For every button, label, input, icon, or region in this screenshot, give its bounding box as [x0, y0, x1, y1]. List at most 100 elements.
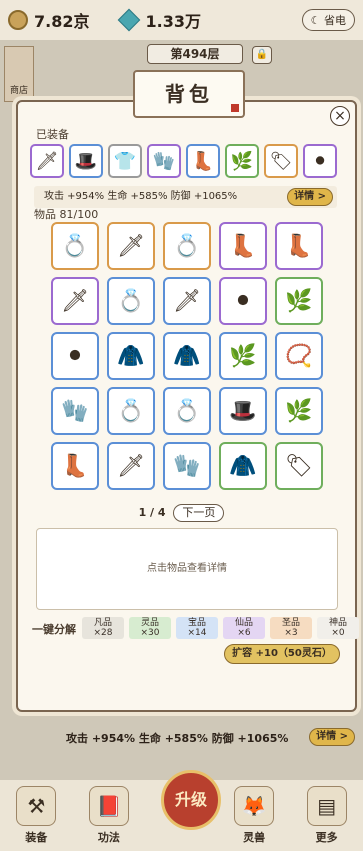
decompose-count: ×14 — [187, 628, 207, 638]
item-slot[interactable]: 🌿 — [275, 387, 323, 435]
equipment-icon: 🏷 — [269, 150, 293, 172]
item-slot[interactable]: 🌿 — [275, 277, 323, 325]
item-slot[interactable]: 🏷 — [275, 442, 323, 490]
floor-label: 第494层 — [147, 44, 243, 64]
item-slot[interactable]: 🗡 — [163, 277, 211, 325]
nav-item[interactable]: 🦊 灵兽 — [224, 786, 284, 845]
lock-icon[interactable]: 🔒 — [252, 46, 272, 64]
item-icon: 🧥 — [117, 343, 145, 369]
equipped-label: 已装备 — [36, 128, 69, 141]
equipped-slot[interactable]: 🗡 — [30, 144, 64, 178]
decompose-button[interactable]: 神品 ×0 — [317, 617, 359, 639]
item-icon: 🧥 — [173, 343, 201, 369]
equipped-slot[interactable]: 👢 — [186, 144, 220, 178]
spirit-value: 1.33万 — [145, 12, 201, 31]
item-slot[interactable]: 📿 — [275, 332, 323, 380]
item-slot[interactable]: 👢 — [51, 442, 99, 490]
item-icon: ⚫ — [65, 343, 85, 369]
nav-label: 更多 — [315, 831, 338, 844]
decompose-button[interactable]: 仙品 ×6 — [223, 617, 265, 639]
equipped-slot[interactable]: 🎩 — [69, 144, 103, 178]
item-slot[interactable]: 🎩 — [219, 387, 267, 435]
decompose-buttons: 凡品 ×28 灵品 ×30 宝品 ×14 仙品 ×6 圣品 ×3 神品 ×0 — [82, 617, 359, 639]
item-slot[interactable]: 🧤 — [51, 387, 99, 435]
item-slot[interactable]: ⚫ — [219, 277, 267, 325]
equipped-slot[interactable]: 👕 — [108, 144, 142, 178]
stats-detail-button[interactable]: 详情 > — [287, 188, 333, 206]
decompose-count: ×3 — [284, 628, 298, 638]
decompose-count: ×30 — [140, 628, 160, 638]
shop-button[interactable]: 商店 — [4, 46, 34, 102]
item-slot[interactable]: 💍 — [163, 387, 211, 435]
nav-item[interactable]: ⚒ 装备 — [6, 786, 66, 845]
item-info-box: 点击物品查看详情 — [36, 528, 338, 610]
decompose-count: ×28 — [93, 628, 113, 638]
item-icon: 💍 — [117, 398, 145, 424]
top-bar: 7.82京 1.33万 ☾ 省电 — [0, 0, 363, 40]
item-slot[interactable]: 🧥 — [107, 332, 155, 380]
item-slot[interactable]: 👢 — [275, 222, 323, 270]
item-slot[interactable]: 💍 — [163, 222, 211, 270]
decompose-count: ×0 — [331, 628, 345, 638]
item-slot[interactable]: 🗡 — [107, 442, 155, 490]
close-button[interactable]: × — [330, 106, 350, 126]
page-indicator: 1 / 4 — [138, 506, 166, 519]
nav-icon: 🦊 — [234, 786, 275, 826]
nav-item[interactable]: 📕 功法 — [79, 786, 139, 845]
item-slot[interactable]: 🧤 — [163, 442, 211, 490]
item-icon: 👢 — [229, 233, 257, 259]
equipped-slot[interactable]: 🏷 — [264, 144, 298, 178]
item-slot[interactable]: 🌿 — [219, 332, 267, 380]
item-slot[interactable]: 🗡 — [51, 277, 99, 325]
decompose-grade: 宝品 — [187, 618, 206, 628]
decompose-grade: 灵品 — [140, 618, 159, 628]
item-slot[interactable]: 💍 — [107, 387, 155, 435]
item-slot[interactable]: 🧥 — [163, 332, 211, 380]
item-slot[interactable]: 👢 — [219, 222, 267, 270]
item-slot[interactable]: 💍 — [107, 277, 155, 325]
equipment-icon: 👢 — [191, 150, 215, 172]
upgrade-button[interactable]: 升级 — [161, 770, 221, 830]
nav-item[interactable]: ▤ 更多 — [297, 786, 357, 845]
background-stats: 攻击 +954% 生命 +585% 防御 +1065% — [66, 732, 289, 745]
item-grid: 💍 🗡 💍 👢 👢 🗡 💍 🗡 ⚫ 🌿 ⚫ 🧥 🧥 🌿 📿 🧤 💍 💍 🎩 🌿 👢 🗡 🧤 🧥 🏷 — [51, 222, 323, 490]
equipped-slot[interactable]: 🌿 — [225, 144, 259, 178]
item-icon: 🧤 — [173, 453, 201, 479]
decompose-button[interactable]: 宝品 ×14 — [176, 617, 218, 639]
item-icon: 💍 — [61, 233, 89, 259]
item-icon: 🎩 — [229, 398, 257, 424]
power-save-label: 省电 — [324, 14, 346, 27]
expand-button[interactable]: 扩容 +10（50灵石） — [224, 644, 340, 664]
gold-display: 7.82京 — [8, 8, 89, 32]
equipped-slot[interactable]: ⚫ — [303, 144, 337, 178]
item-slot[interactable]: 💍 — [51, 222, 99, 270]
stats-text: 攻击 +954% 生命 +585% 防御 +1065% — [44, 191, 238, 202]
equipment-icon: 🎩 — [74, 150, 98, 172]
next-page-button[interactable]: 下一页 — [173, 504, 225, 522]
item-icon: 🏷 — [285, 453, 313, 479]
background-detail-button[interactable]: 详情 > — [309, 728, 355, 746]
decompose-grade: 凡品 — [93, 618, 112, 628]
dialog-title: 背包 — [133, 70, 245, 118]
nav-label: 装备 — [25, 831, 48, 844]
equipped-slot[interactable]: 🧤 — [147, 144, 181, 178]
item-slot[interactable]: 🧥 — [219, 442, 267, 490]
decompose-button[interactable]: 凡品 ×28 — [82, 617, 124, 639]
equipment-icon: 👕 — [113, 150, 137, 172]
decompose-button[interactable]: 灵品 ×30 — [129, 617, 171, 639]
item-icon: 💍 — [117, 288, 145, 314]
item-slot[interactable]: ⚫ — [51, 332, 99, 380]
items-count-label: 物品 81/100 — [34, 208, 99, 221]
nav-label: 灵兽 — [243, 831, 266, 844]
shop-label: 商店 — [9, 86, 28, 96]
decompose-label: 一键分解 — [32, 623, 76, 636]
decompose-button[interactable]: 圣品 ×3 — [270, 617, 312, 639]
item-icon: 💍 — [173, 398, 201, 424]
equipped-slots: 🗡 🎩 👕 🧤 👢 🌿 🏷 ⚫ — [30, 144, 337, 178]
item-icon: 🌿 — [229, 343, 257, 369]
power-save-toggle[interactable]: ☾ 省电 — [301, 9, 355, 31]
item-icon: 👢 — [61, 453, 89, 479]
item-icon: ⚫ — [233, 288, 253, 314]
gold-value: 7.82京 — [34, 12, 90, 31]
item-slot[interactable]: 🗡 — [107, 222, 155, 270]
